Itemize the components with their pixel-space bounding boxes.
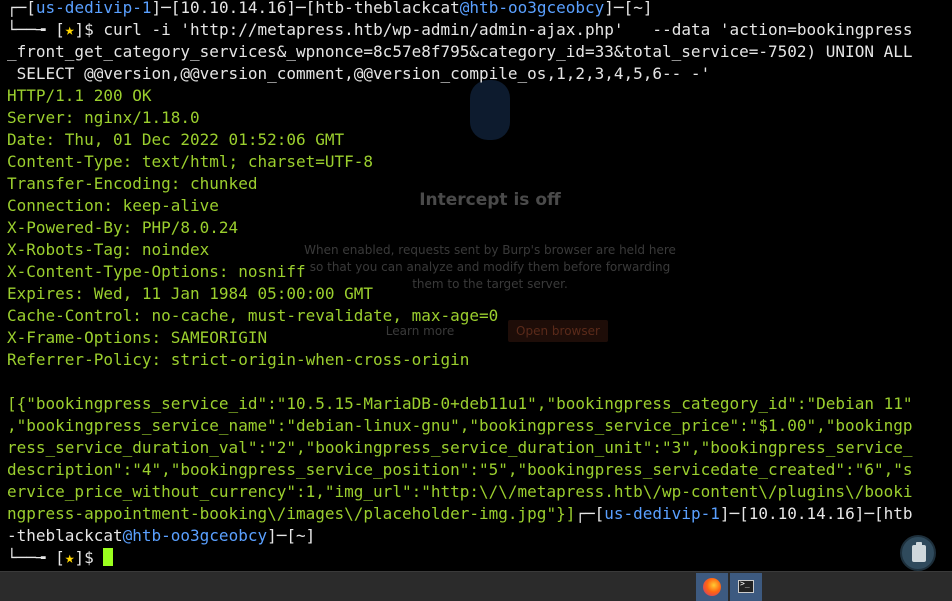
firefox-icon — [703, 578, 721, 596]
terminal-window[interactable]: Intercept is off When enabled, requests … — [0, 0, 952, 571]
prompt-line: ┌─[us-dedivip-1]─[10.10.14.16]─[htb-theb… — [7, 0, 653, 17]
command-text: curl -i 'http://metapress.htb/wp-admin/a… — [103, 20, 913, 39]
clipboard-icon — [912, 542, 926, 562]
taskbar — [0, 571, 952, 601]
prompt-machine: htb-oo3gceobcy — [132, 526, 268, 545]
prompt-user: htb — [883, 504, 913, 523]
response-header: X-Powered-By: PHP/8.0.24 — [7, 218, 239, 237]
terminal-output[interactable]: ┌─[us-dedivip-1]─[10.10.14.16]─[htb-theb… — [7, 0, 952, 569]
response-body-line: ngpress-appointment-booking\/images\/pla… — [7, 504, 913, 523]
response-header: X-Robots-Tag: noindex — [7, 240, 210, 259]
response-header: Server: nginx/1.18.0 — [7, 108, 200, 127]
prompt-user: htb-theblackcat — [315, 0, 460, 17]
text-cursor[interactable] — [103, 548, 114, 566]
command-continuation: SELECT @@version,@@version_comment,@@ver… — [7, 64, 711, 83]
prompt-machine: htb-oo3gceobcy — [469, 0, 605, 17]
input-line[interactable]: └──╼ [★]$ — [7, 547, 952, 569]
prompt-host: us-dedivip-1 — [35, 0, 152, 17]
response-body-line: ervice_price_without_currency":1,"img_ur… — [7, 482, 913, 501]
prompt-dir: ~ — [633, 0, 643, 17]
prompt-ip: 10.10.14.16 — [180, 0, 287, 17]
star-icon: ★ — [64, 20, 75, 39]
response-header: Content-Type: text/html; charset=UTF-8 — [7, 152, 374, 171]
response-header: X-Content-Type-Options: nosniff — [7, 262, 306, 281]
command-continuation: _front_get_category_services&_wpnonce=8c… — [7, 42, 913, 61]
prompt-host: us-dedivip-1 — [604, 504, 720, 523]
star-icon: ★ — [64, 548, 75, 567]
response-header: X-Frame-Options: SAMEORIGIN — [7, 328, 268, 347]
prompt-line: -theblackcat@htb-oo3gceobcy]─[~] — [7, 526, 316, 545]
response-header: Cache-Control: no-cache, must-revalidate… — [7, 306, 499, 325]
taskbar-firefox-button[interactable] — [696, 573, 728, 601]
response-header: Expires: Wed, 11 Jan 1984 05:00:00 GMT — [7, 284, 374, 303]
response-header: Connection: keep-alive — [7, 196, 219, 215]
taskbar-terminal-button[interactable] — [730, 573, 762, 601]
response-header: HTTP/1.1 200 OK — [7, 86, 152, 105]
response-header: Referrer-Policy: strict-origin-when-cros… — [7, 350, 470, 369]
prompt-ip: 10.10.14.16 — [748, 504, 855, 523]
response-body-line: ,"bookingpress_service_name":"debian-lin… — [7, 416, 913, 435]
response-body-line: description":"4","bookingpress_service_p… — [7, 460, 913, 479]
response-body-line: [{"bookingpress_service_id":"10.5.15-Mar… — [7, 394, 913, 413]
response-header: Date: Thu, 01 Dec 2022 01:52:06 GMT — [7, 130, 345, 149]
response-header: Transfer-Encoding: chunked — [7, 174, 258, 193]
command-line: └──╼ [★]$ curl -i 'http://metapress.htb/… — [7, 20, 913, 39]
prompt-dir: ~ — [296, 526, 306, 545]
clipboard-button[interactable] — [900, 535, 936, 571]
terminal-icon — [738, 579, 754, 593]
response-body-line: ress_service_duration_val":"2","bookingp… — [7, 438, 913, 457]
prompt-user: -theblackcat — [7, 526, 123, 545]
